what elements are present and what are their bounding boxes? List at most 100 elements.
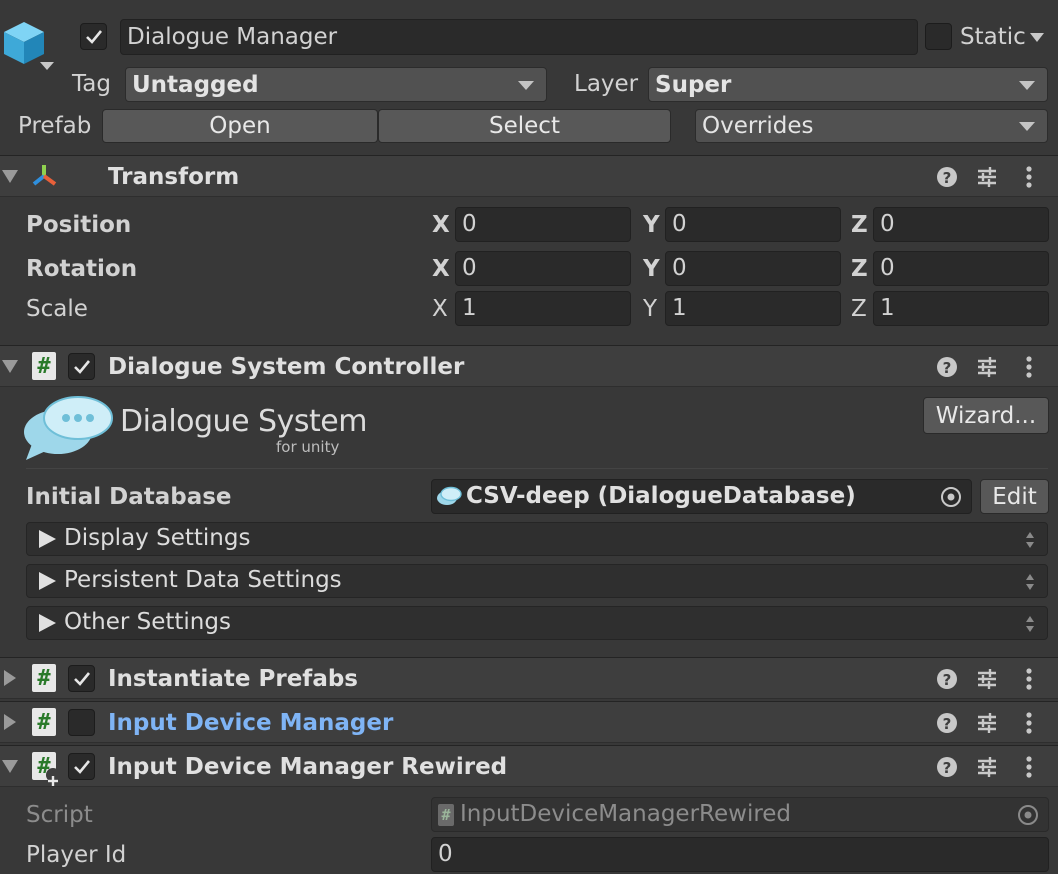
presets-icon <box>978 669 996 689</box>
dsc-header[interactable]: # Dialogue System Controller ? <box>0 345 1058 387</box>
other-settings-foldout[interactable]: Other Settings <box>26 606 1048 640</box>
initial-database-field[interactable]: CSV-deep (DialogueDatabase) <box>431 479 972 514</box>
header-icons: ? <box>934 665 1044 693</box>
foldout-closed-icon <box>39 530 56 548</box>
object-picker-icon <box>1016 803 1040 827</box>
position-label: Position <box>26 212 132 238</box>
input-device-manager-enabled-checkbox[interactable] <box>68 709 95 736</box>
prefab-open-button[interactable]: Open <box>102 109 378 143</box>
more-icon <box>1026 356 1032 378</box>
prefab-label: Prefab <box>18 113 92 139</box>
help-icon: ? <box>937 757 957 777</box>
foldout-closed-icon <box>39 572 56 590</box>
svg-text:?: ? <box>943 359 952 377</box>
foldout-closed-icon[interactable] <box>4 670 16 686</box>
position-y-field[interactable]: 0 <box>665 207 841 242</box>
logo-separator <box>26 468 1048 469</box>
scale-y-axis[interactable]: Y <box>643 296 657 322</box>
icon-dropdown-caret-icon[interactable] <box>40 62 54 70</box>
foldout-closed-icon[interactable] <box>4 714 16 730</box>
static-label[interactable]: Static <box>960 24 1026 50</box>
more-icon <box>1026 668 1032 690</box>
display-settings-label: Display Settings <box>64 525 251 551</box>
prefab-select-button[interactable]: Select <box>378 109 671 143</box>
foldout-open-icon[interactable] <box>2 360 18 373</box>
svg-text:?: ? <box>943 671 952 689</box>
position-x-field[interactable]: 0 <box>455 207 631 242</box>
player-id-label: Player Id <box>26 842 127 868</box>
tag-value: Untagged <box>132 71 259 98</box>
wizard-button[interactable]: Wizard... <box>923 397 1049 434</box>
help-icon: ? <box>937 669 957 689</box>
persistent-data-settings-foldout[interactable]: Persistent Data Settings <box>26 564 1048 598</box>
display-settings-foldout[interactable]: Display Settings <box>26 522 1048 556</box>
tag-label: Tag <box>72 71 111 97</box>
svg-text:?: ? <box>943 715 952 733</box>
scale-x-field[interactable]: 1 <box>455 291 631 326</box>
scale-y-value: 1 <box>672 295 687 321</box>
foldout-open-icon[interactable] <box>2 170 18 183</box>
scale-x-axis[interactable]: X <box>432 296 448 322</box>
chevron-down-icon <box>518 80 534 90</box>
player-id-value: 0 <box>438 841 453 867</box>
gameobject-name-text: Dialogue Manager <box>127 23 338 50</box>
rotation-x-value: 0 <box>462 255 477 281</box>
scale-z-axis[interactable]: Z <box>851 296 867 322</box>
rotation-y-field[interactable]: 0 <box>665 251 841 286</box>
dsc-enabled-checkbox[interactable] <box>68 353 95 380</box>
header-icons: ? <box>934 709 1044 737</box>
foldout-open-icon[interactable] <box>2 760 18 773</box>
position-z-field[interactable]: 0 <box>873 207 1049 242</box>
transform-icon <box>30 162 58 190</box>
layer-dropdown[interactable]: Super <box>648 67 1048 102</box>
chevron-down-icon <box>1019 122 1035 131</box>
rotation-y-axis[interactable]: Y <box>643 256 660 282</box>
rotation-x-field[interactable]: 0 <box>455 251 631 286</box>
tag-dropdown[interactable]: Untagged <box>125 67 547 102</box>
instantiate-prefabs-enabled-checkbox[interactable] <box>68 665 95 692</box>
input-device-manager-header[interactable]: # Input Device Manager ? <box>0 701 1058 743</box>
position-y-axis[interactable]: Y <box>643 212 660 238</box>
static-checkbox[interactable] <box>925 23 952 50</box>
presets-icon <box>978 357 996 377</box>
help-icon: ? <box>937 357 957 377</box>
scale-z-value: 1 <box>880 295 895 321</box>
position-z-axis[interactable]: Z <box>851 212 868 238</box>
scale-z-field[interactable]: 1 <box>873 291 1049 326</box>
input-device-manager-rewired-header[interactable]: # Input Device Manager Rewired ? <box>0 745 1058 787</box>
gameobject-name-field[interactable]: Dialogue Manager <box>120 19 918 55</box>
initial-database-label: Initial Database <box>26 484 232 510</box>
instantiate-prefabs-header[interactable]: # Instantiate Prefabs ? <box>0 657 1058 699</box>
presets-icon <box>978 757 996 777</box>
dsc-title: Dialogue System Controller <box>108 354 465 380</box>
edit-database-button[interactable]: Edit <box>980 479 1049 514</box>
static-dropdown-caret-icon[interactable] <box>1030 33 1044 42</box>
overrides-label: Overrides <box>702 113 814 139</box>
input-device-manager-rewired-enabled-checkbox[interactable] <box>68 753 95 780</box>
prefab-overrides-dropdown[interactable]: Overrides <box>695 109 1048 143</box>
help-icon: ? <box>937 167 957 187</box>
help-icon: ? <box>937 713 957 733</box>
position-x-axis[interactable]: X <box>432 212 450 238</box>
scale-y-field[interactable]: 1 <box>665 291 841 326</box>
rotation-z-field[interactable]: 0 <box>873 251 1049 286</box>
reorder-icon[interactable] <box>1025 530 1035 550</box>
reorder-icon[interactable] <box>1025 614 1035 634</box>
rotation-z-axis[interactable]: Z <box>851 256 868 282</box>
header-icons: ? <box>934 353 1044 381</box>
logo-sub-text: for unity <box>276 438 340 456</box>
persistent-data-settings-label: Persistent Data Settings <box>64 567 342 593</box>
svg-text:?: ? <box>943 759 952 777</box>
player-id-field[interactable]: 0 <box>431 837 1049 872</box>
position-x-value: 0 <box>462 211 477 237</box>
rotation-x-axis[interactable]: X <box>432 256 450 282</box>
script-field: # InputDeviceManagerRewired <box>431 797 1049 832</box>
reorder-icon[interactable] <box>1025 572 1035 592</box>
database-speech-icon <box>436 486 462 508</box>
layer-value: Super <box>655 71 732 98</box>
transform-header[interactable]: Transform ? <box>0 155 1058 197</box>
layer-label: Layer <box>574 71 639 97</box>
object-picker-icon[interactable] <box>939 485 963 509</box>
gameobject-cube-icon[interactable] <box>2 20 46 66</box>
active-checkbox[interactable] <box>80 23 107 50</box>
